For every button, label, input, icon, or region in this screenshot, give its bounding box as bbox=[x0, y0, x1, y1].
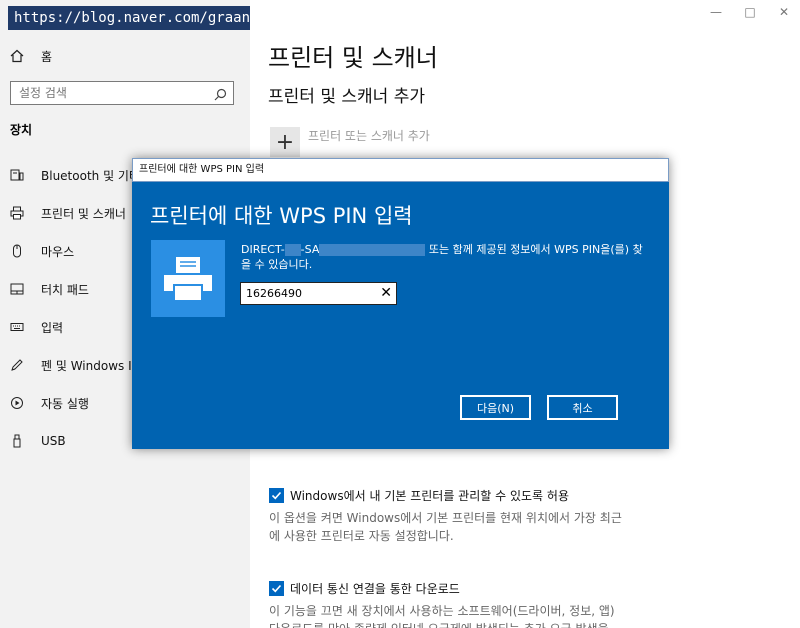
message-text-line2: 을 수 있습니다. bbox=[241, 258, 313, 271]
option-label: 데이터 통신 연결을 통한 다운로드 bbox=[290, 582, 460, 596]
dialog-titlebar: 프린터에 대한 WPS PIN 입력 bbox=[132, 158, 669, 182]
touchpad-icon bbox=[9, 281, 25, 297]
bluetooth-device-icon bbox=[9, 167, 25, 183]
device-name-prefix: DIRECT- bbox=[241, 243, 285, 256]
dialog-message: DIRECT- -SA 또는 함께 제공된 정보에서 WPS PIN을(를) 찾 … bbox=[241, 242, 651, 272]
option-description: 이 기능을 끄면 새 장치에서 사용하는 소프트웨어(드라이버, 정보, 앱) … bbox=[269, 602, 629, 628]
search-input[interactable] bbox=[11, 85, 211, 101]
next-button[interactable]: 다음(N) bbox=[460, 395, 531, 420]
pin-input-box: ✕ bbox=[240, 282, 397, 305]
pin-input[interactable] bbox=[241, 286, 368, 301]
metered-download-option[interactable]: 데이터 통신 연결을 통한 다운로드 bbox=[269, 580, 460, 597]
home-icon bbox=[9, 48, 25, 64]
section-heading: 프린터 및 스캐너 추가 bbox=[268, 87, 425, 107]
message-text: 또는 함께 제공된 정보에서 WPS PIN을(를) 찾 bbox=[428, 243, 643, 256]
default-printer-option[interactable]: Windows에서 내 기본 프린터를 관리할 수 있도록 허용 bbox=[269, 487, 569, 504]
description-line: 이 옵션을 켜면 Windows에서 기본 프린터를 현재 위치에서 가장 최근 bbox=[269, 511, 622, 525]
description-line: 이 기능을 끄면 새 장치에서 사용하는 소프트웨어(드라이버, 정보, 앱) bbox=[269, 604, 615, 618]
option-label: Windows에서 내 기본 프린터를 관리할 수 있도록 허용 bbox=[290, 489, 569, 503]
cancel-button[interactable]: 취소 bbox=[547, 395, 618, 420]
printer-icon bbox=[9, 205, 25, 221]
checkmark-icon bbox=[271, 584, 282, 593]
printer-tile bbox=[151, 240, 225, 317]
sidebar-item-label: 터치 패드 bbox=[41, 282, 89, 297]
add-printer-label[interactable]: 프린터 또는 스캐너 추가 bbox=[308, 127, 430, 144]
usb-icon bbox=[9, 433, 25, 449]
search-icon[interactable] bbox=[214, 86, 227, 105]
redacted-text bbox=[319, 244, 426, 256]
redacted-text bbox=[284, 244, 301, 256]
add-printer-button[interactable]: + bbox=[270, 127, 300, 157]
default-printer-checkbox[interactable] bbox=[269, 488, 284, 503]
section-title: 장치 bbox=[10, 123, 33, 137]
page-title: 프린터 및 스캐너 bbox=[268, 44, 438, 72]
sidebar-item-home[interactable]: 홈 bbox=[0, 38, 250, 74]
description-line: 에 사용한 프린터로 자동 설정합니다. bbox=[269, 529, 454, 543]
keyboard-icon bbox=[9, 319, 25, 335]
clear-icon[interactable]: ✕ bbox=[380, 285, 392, 301]
printer-large-icon bbox=[164, 256, 212, 302]
dialog-heading: 프린터에 대한 WPS PIN 입력 bbox=[150, 204, 413, 228]
description-line: 다운로드를 막아 종량제 인터넷 요금제에 발생되는 추가 요금 발생을 bbox=[269, 620, 629, 628]
mouse-icon bbox=[9, 243, 25, 259]
pen-icon bbox=[9, 357, 25, 373]
checkmark-icon bbox=[271, 491, 282, 500]
sidebar-item-label: 프린터 및 스캐너 bbox=[41, 206, 126, 221]
device-name-mid: -SA bbox=[300, 243, 320, 256]
close-window-button[interactable]: ✕ bbox=[764, 2, 800, 22]
sidebar-item-label: 자동 실행 bbox=[41, 396, 89, 411]
metered-download-checkbox[interactable] bbox=[269, 581, 284, 596]
plus-icon: + bbox=[275, 129, 295, 155]
autoplay-icon bbox=[9, 395, 25, 411]
sidebar-item-label: 펜 및 Windows Ink bbox=[41, 358, 147, 373]
sidebar-item-label: USB bbox=[41, 434, 66, 448]
option-description: 이 옵션을 켜면 Windows에서 기본 프린터를 현재 위치에서 가장 최근… bbox=[269, 509, 629, 545]
wps-pin-dialog: 프린터에 대한 WPS PIN 입력 프린터에 대한 WPS PIN 입력 DI… bbox=[132, 158, 669, 449]
sidebar-item-label: 입력 bbox=[41, 320, 64, 335]
sidebar-item-label: 홈 bbox=[41, 49, 53, 64]
search-box bbox=[10, 81, 234, 105]
sidebar-item-label: 마우스 bbox=[41, 244, 75, 259]
